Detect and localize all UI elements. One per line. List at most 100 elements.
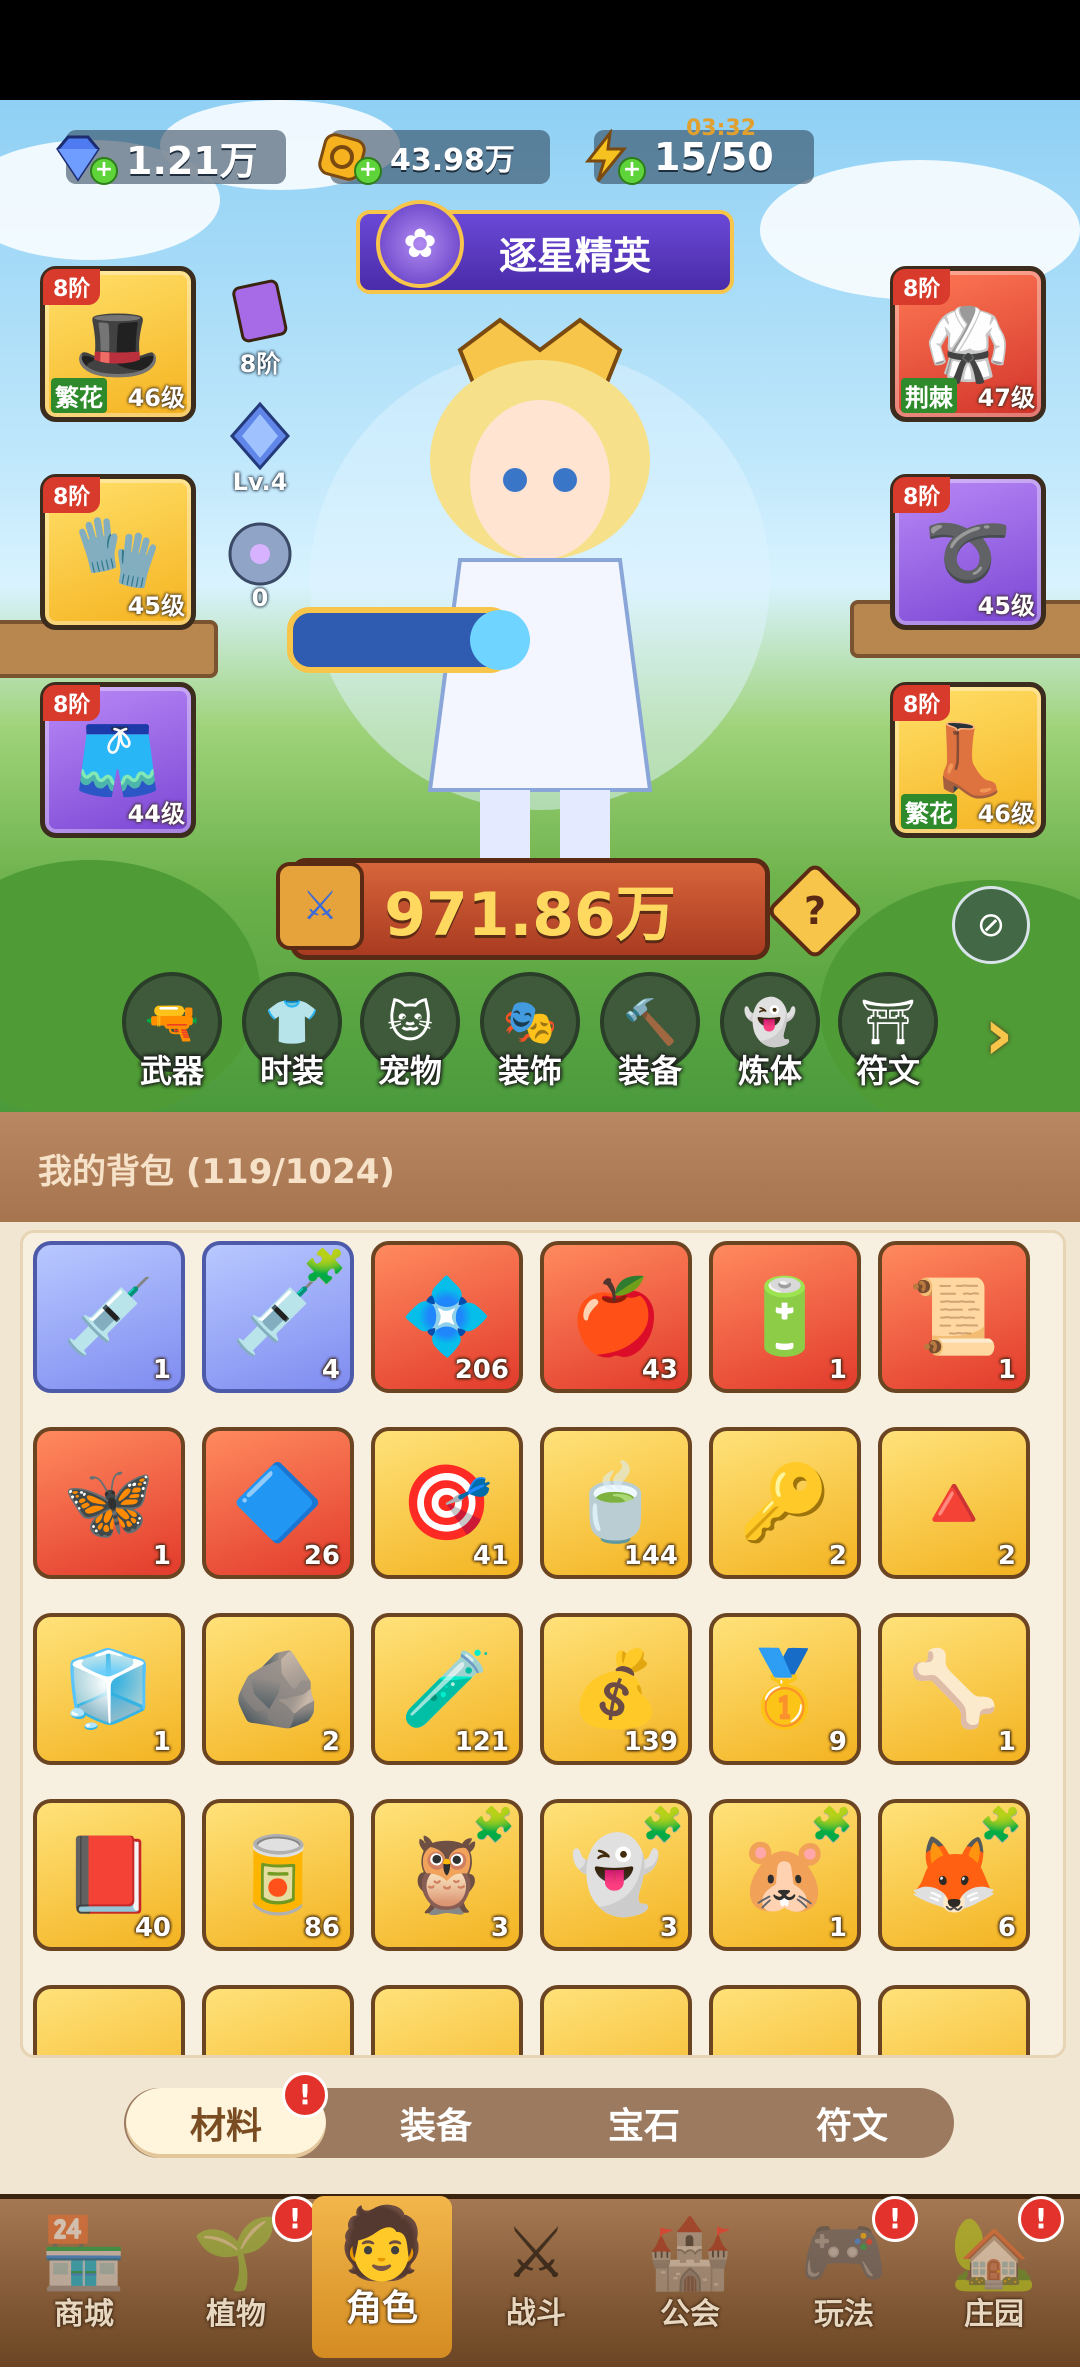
backpack-item[interactable]: 🔑 2 bbox=[709, 1427, 861, 1579]
category-rune[interactable]: ⛩ 符文 bbox=[838, 972, 938, 1092]
nav-label: 商城 bbox=[54, 2297, 114, 2332]
gold-pile-icon: 💰 bbox=[569, 1645, 663, 1732]
category-pet[interactable]: 🐱 宠物 bbox=[360, 972, 460, 1092]
item-count: 4 bbox=[321, 1355, 340, 1385]
item-count: 1 bbox=[152, 1727, 171, 1757]
backpack-grid[interactable]: 💉 1 💉 🧩 4 💠 206 🍎 43 🔋 1 📜 1 🦋 1 🔷 26 🎯 41 🍵 144 🔑 2 🔺 2 🧊 1 🪨 2 🧪 121… bbox=[20, 1230, 1066, 2058]
key-icon: 🔑 bbox=[738, 1459, 832, 1546]
category-decoration[interactable]: 🎭 装饰 bbox=[480, 972, 580, 1092]
category-fashion[interactable]: 👕 时装 bbox=[242, 972, 342, 1092]
guild-icon: 🏰 bbox=[646, 2212, 734, 2294]
backpack-item[interactable]: 🎯 41 bbox=[371, 1427, 523, 1579]
coin-counter[interactable]: + 43.98万 bbox=[318, 130, 550, 185]
backpack-item[interactable]: 🔺 2 bbox=[878, 1427, 1030, 1579]
add-gems-icon[interactable]: + bbox=[90, 157, 118, 185]
nav-character[interactable]: 🧑 角色 bbox=[312, 2196, 452, 2358]
tab-runes[interactable]: 符文 bbox=[752, 2088, 952, 2158]
equip-slot-boots[interactable]: 👢 8阶 繁花 46级 bbox=[890, 682, 1046, 838]
orange-potion-icon: 🧪 bbox=[400, 1645, 494, 1732]
nav-label: 玩法 bbox=[814, 2297, 874, 2332]
nav-guild[interactable]: 🏰 公会 bbox=[620, 2206, 760, 2356]
backpack-item[interactable]: 🥇 9 bbox=[709, 1613, 861, 1765]
scroll-icon: 📜 bbox=[907, 1273, 1001, 1360]
backpack-item[interactable]: 🦊 🧩 6 bbox=[878, 1799, 1030, 1951]
chevron-right-icon[interactable]: › bbox=[984, 992, 1044, 1076]
pyramid-icon: 🔺 bbox=[907, 1459, 1001, 1546]
backpack-item[interactable]: 🐹 🧩 1 bbox=[709, 1799, 861, 1951]
category-body-training[interactable]: 👻 炼体 bbox=[720, 972, 820, 1092]
backpack-item[interactable]: 💉 1 bbox=[33, 1241, 185, 1393]
backpack-item[interactable]: 🥫 86 bbox=[202, 1799, 354, 1951]
nav-label: 公会 bbox=[660, 2297, 720, 2332]
nav-alert-badge: ! bbox=[1018, 2196, 1064, 2242]
teacup-icon: 🍵 bbox=[569, 1459, 663, 1546]
tab-equipment[interactable]: 装备 bbox=[336, 2088, 536, 2158]
backpack-item[interactable]: 🦉 🧩 3 bbox=[371, 1799, 523, 1951]
item-count: 2 bbox=[828, 1541, 847, 1571]
puzzle-piece-icon: 🧩 bbox=[303, 1247, 346, 1287]
hero-character[interactable] bbox=[260, 310, 820, 870]
equip-slot-armor[interactable]: 🥋 8阶 荆棘 47级 bbox=[890, 266, 1046, 422]
question-icon: ? bbox=[803, 889, 827, 933]
boots-icon: 👢 bbox=[924, 718, 1012, 801]
backpack-item[interactable]: 📜 1 bbox=[878, 1241, 1030, 1393]
backpack-item[interactable]: 🍵 144 bbox=[540, 1427, 692, 1579]
backpack-item[interactable]: 🦴 1 bbox=[878, 1613, 1030, 1765]
nav-label: 战斗 bbox=[506, 2296, 566, 2331]
energy-timer: 03:32 bbox=[686, 116, 757, 141]
item-count: 26 bbox=[303, 1541, 340, 1571]
backpack-item[interactable]: 🦋 1 bbox=[33, 1427, 185, 1579]
backpack-item[interactable]: 👻 🧩 3 bbox=[540, 1799, 692, 1951]
hide-ui-button[interactable]: ⊘ bbox=[952, 886, 1030, 964]
backpack-item[interactable]: 🔷 26 bbox=[202, 1427, 354, 1579]
backpack-item[interactable] bbox=[540, 1985, 692, 2055]
tab-gems[interactable]: 宝石 bbox=[544, 2088, 744, 2158]
syringe-icon: 💉 bbox=[62, 1273, 156, 1360]
tier-badge: 8阶 bbox=[43, 269, 101, 305]
backpack-item[interactable] bbox=[371, 1985, 523, 2055]
category-weapon[interactable]: 🔫 武器 bbox=[122, 972, 222, 1092]
item-count: 41 bbox=[472, 1541, 509, 1571]
item-count: 2 bbox=[321, 1727, 340, 1757]
backpack-item[interactable]: 💠 206 bbox=[371, 1241, 523, 1393]
backpack-item[interactable] bbox=[709, 1985, 861, 2055]
nav-shop[interactable]: 🏪 商城 bbox=[14, 2206, 154, 2356]
battle-icon: ⚔ bbox=[504, 2212, 568, 2294]
category-label: 宠物 bbox=[377, 1052, 442, 1090]
tab-label: 符文 bbox=[815, 2106, 888, 2147]
level-label: 44级 bbox=[127, 800, 185, 828]
backpack-item[interactable]: 💰 139 bbox=[540, 1613, 692, 1765]
gold-ore-icon: 🥇 bbox=[738, 1645, 832, 1732]
item-count: 3 bbox=[490, 1913, 509, 1943]
category-label: 时装 bbox=[259, 1052, 324, 1090]
equip-slot-gloves[interactable]: 🧤 8阶 45级 bbox=[40, 474, 196, 630]
shop-icon: 🏪 bbox=[40, 2212, 128, 2294]
backpack-item[interactable]: 📕 40 bbox=[33, 1799, 185, 1951]
backpack-item[interactable]: 🧪 121 bbox=[371, 1613, 523, 1765]
star-crystal-icon: 💠 bbox=[400, 1273, 494, 1360]
backpack-item[interactable] bbox=[202, 1985, 354, 2055]
gem-counter[interactable]: + 1.21万 bbox=[56, 130, 286, 185]
equip-slot-hat[interactable]: 🎩 8阶 繁花 46级 bbox=[40, 266, 196, 422]
equip-slot-belt[interactable]: ➰ 8阶 45级 bbox=[890, 474, 1046, 630]
backpack-item[interactable]: 🪨 2 bbox=[202, 1613, 354, 1765]
backpack-item[interactable]: 🔋 1 bbox=[709, 1241, 861, 1393]
power-icon: ⚔ bbox=[276, 862, 364, 950]
pants-icon: 🩳 bbox=[74, 718, 162, 801]
category-equipment[interactable]: 🔨 装备 bbox=[600, 972, 700, 1092]
backpack-item[interactable] bbox=[878, 1985, 1030, 2055]
backpack-item[interactable]: 💉 🧩 4 bbox=[202, 1241, 354, 1393]
prism-icon: 🔷 bbox=[231, 1459, 325, 1546]
nav-battle[interactable]: ⚔ 战斗 bbox=[466, 2206, 606, 2356]
equip-slot-pants[interactable]: 🩳 8阶 44级 bbox=[40, 682, 196, 838]
backpack-item[interactable]: 🧊 1 bbox=[33, 1613, 185, 1765]
character-icon: 🧑 bbox=[338, 2202, 426, 2284]
add-coins-icon[interactable]: + bbox=[354, 157, 382, 185]
tier-badge: 8阶 bbox=[43, 685, 101, 721]
backpack-item[interactable]: 🍎 43 bbox=[540, 1241, 692, 1393]
tab-label: 装备 bbox=[399, 2106, 472, 2147]
add-energy-icon[interactable]: + bbox=[618, 157, 646, 185]
item-count: 144 bbox=[623, 1541, 678, 1571]
set-tag: 繁花 bbox=[901, 794, 957, 829]
backpack-item[interactable] bbox=[33, 1985, 185, 2055]
